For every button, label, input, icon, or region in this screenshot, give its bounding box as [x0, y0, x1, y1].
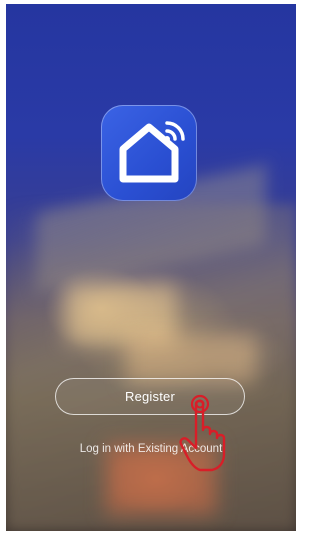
- background-window-glow: [126, 334, 256, 384]
- register-button[interactable]: Register: [55, 378, 245, 415]
- register-button-label: Register: [124, 389, 175, 404]
- login-existing-account-link[interactable]: Log in with Existing Account: [40, 443, 262, 455]
- app-logo: [101, 105, 197, 201]
- smart-home-icon: [119, 121, 185, 183]
